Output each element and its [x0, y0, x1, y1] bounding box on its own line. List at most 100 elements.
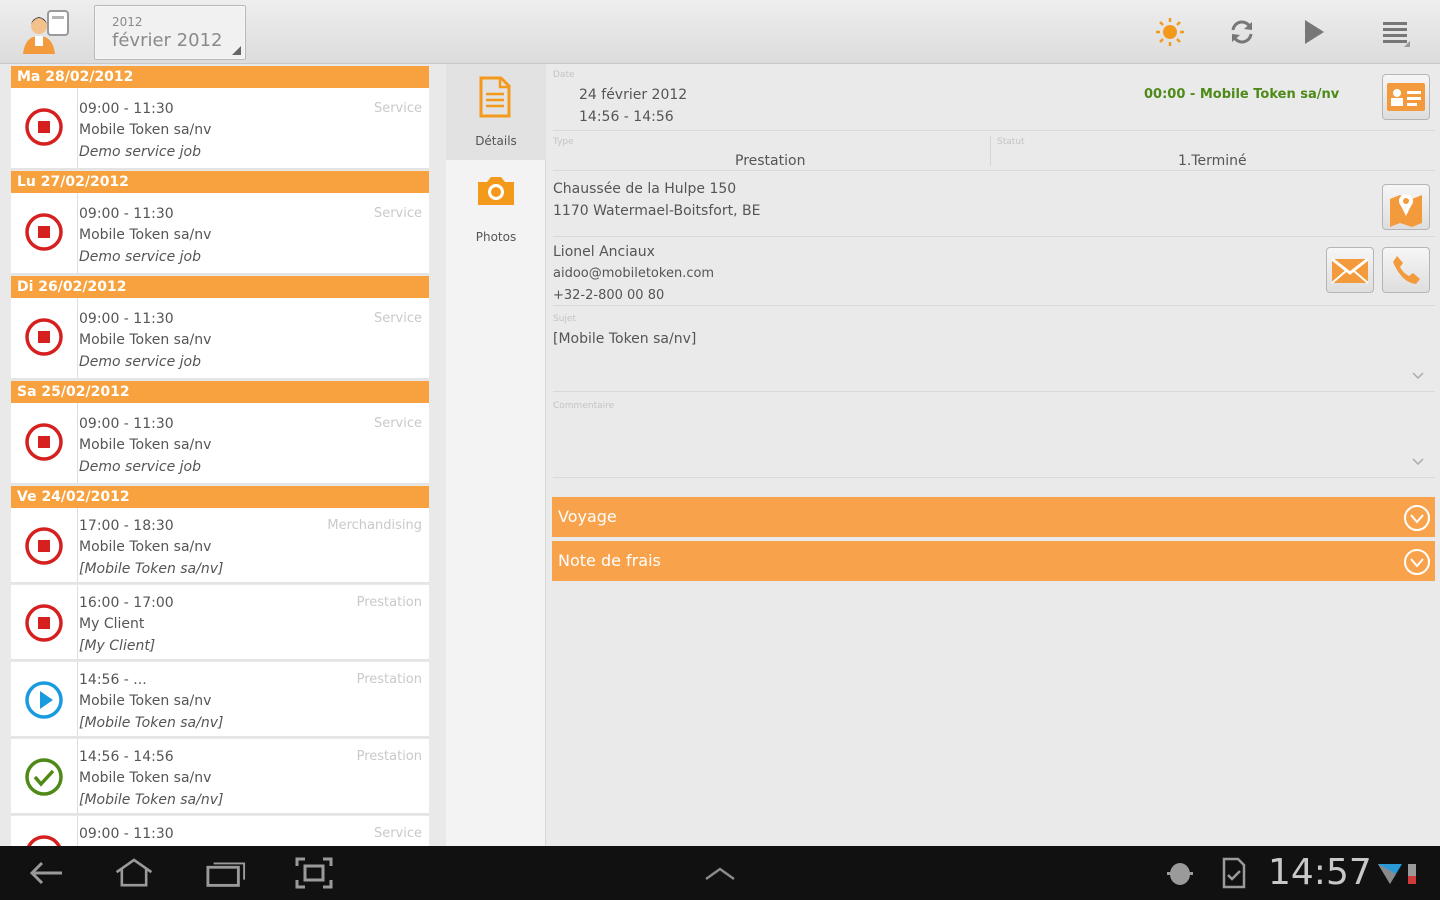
job-list-item[interactable]: 09:00 - 11:30 Mobile Token sa/nv Demo serv… [11, 193, 429, 275]
divider [553, 130, 1435, 131]
play-status-icon[interactable] [23, 679, 65, 721]
job-description: [Mobile Token sa/nv] [79, 715, 224, 731]
day-header: Ma 28/02/2012 [11, 66, 429, 88]
screenshot-icon[interactable] [294, 854, 334, 892]
android-debug-icon [1160, 854, 1200, 892]
job-list-item[interactable]: 09:00 - 11:30 Mobile Token sa/nv Demo serv… [11, 403, 429, 485]
chevron-up-icon[interactable] [700, 854, 740, 892]
menu-icon[interactable] [1378, 14, 1414, 50]
refresh-icon[interactable] [1224, 14, 1260, 50]
divider [77, 403, 78, 483]
action-bar: 2012 février 2012 [0, 0, 1440, 64]
job-list-item[interactable]: 09:00 - 11:30 Mobile Token sa/nv Demo serv… [11, 298, 429, 380]
job-time: 09:00 - 11:30 [79, 311, 174, 327]
job-list-item[interactable]: 14:56 - ... Mobile Token sa/nv [Mobile Tok… [11, 662, 429, 738]
job-time: 14:56 - 14:56 [79, 749, 174, 765]
tab-label: Détails [475, 134, 517, 148]
job-list-item[interactable]: 14:56 - 14:56 Mobile Token sa/nv [Mobile T… [11, 739, 429, 815]
job-time: 09:00 - 11:30 [79, 826, 174, 842]
job-list[interactable]: Ma 28/02/2012 09:00 - 11:30 Mobile Token s… [0, 64, 446, 846]
job-list-item[interactable]: 09:00 - 11:30 Mobile Token sa/nv Demo serv… [11, 88, 429, 170]
contact-email: aidoo@mobiletoken.com [553, 266, 715, 281]
section-title: Voyage [558, 507, 617, 526]
type-label: Type [553, 137, 574, 147]
stop-status-icon[interactable] [23, 421, 65, 463]
tab-details[interactable]: Détails [446, 64, 546, 160]
status-value[interactable]: 1.Terminé [1178, 153, 1247, 169]
job-type: Service [373, 826, 422, 841]
expand-icon[interactable] [1402, 503, 1432, 533]
expand-icon[interactable] [1402, 547, 1432, 577]
date-label: Date [553, 70, 575, 80]
document-icon [479, 76, 511, 118]
job-type: Service [373, 101, 422, 116]
app-logo-icon[interactable] [18, 8, 76, 58]
wifi-battery-icon [1374, 854, 1424, 892]
home-icon[interactable] [114, 854, 154, 892]
divider [77, 662, 78, 736]
job-client: Mobile Token sa/nv [79, 122, 212, 138]
call-button[interactable] [1382, 247, 1430, 293]
map-icon [1390, 194, 1422, 227]
tab-photos[interactable]: Photos [446, 160, 546, 256]
job-time: 09:00 - 11:30 [79, 101, 174, 117]
job-time: 16:00 - 17:00 [79, 595, 174, 611]
recent-apps-icon[interactable] [206, 854, 246, 892]
job-description: Demo service job [79, 249, 201, 265]
job-description: [Mobile Token sa/nv] [79, 792, 224, 808]
stop-status-icon[interactable] [23, 106, 65, 148]
comment-label: Commentaire [553, 401, 615, 411]
job-type: Prestation [356, 672, 422, 687]
month-spinner[interactable]: 2012 février 2012 [94, 5, 246, 60]
detail-tabs: Détails Photos [446, 64, 546, 846]
stop-status-icon[interactable] [23, 525, 65, 567]
done-status-icon[interactable] [23, 756, 65, 798]
divider [553, 170, 1435, 171]
spinner-corner-icon [232, 46, 241, 55]
stop-status-icon[interactable] [23, 833, 65, 846]
section-voyage[interactable]: Voyage [552, 497, 1435, 537]
job-type: Service [373, 416, 422, 431]
play-icon[interactable] [1296, 14, 1332, 50]
email-button[interactable] [1326, 247, 1374, 293]
subject-value[interactable]: [Mobile Token sa/nv] [553, 331, 696, 347]
status-label: Statut [997, 137, 1025, 147]
back-icon[interactable] [26, 854, 66, 892]
contact-name: Lionel Anciaux [553, 244, 655, 260]
envelope-icon [1331, 257, 1369, 284]
job-list-item[interactable]: 17:00 - 18:30 Mobile Token sa/nv [Mobile T… [11, 508, 429, 584]
job-list-item[interactable]: 09:00 - 11:30 Service [11, 816, 429, 846]
stop-status-icon[interactable] [23, 211, 65, 253]
day-header: Ve 24/02/2012 [11, 486, 429, 508]
contact-card-button[interactable] [1382, 74, 1430, 120]
system-bar: 14:57 [0, 846, 1440, 900]
type-value[interactable]: Prestation [735, 153, 805, 169]
job-description: Demo service job [79, 459, 201, 475]
chevron-down-icon[interactable] [1411, 371, 1425, 381]
stop-status-icon[interactable] [23, 316, 65, 358]
job-type: Prestation [356, 749, 422, 764]
spinner-year: 2012 [112, 15, 143, 29]
job-type: Prestation [356, 595, 422, 610]
job-time: 09:00 - 11:30 [79, 416, 174, 432]
sun-icon[interactable] [1152, 14, 1188, 50]
chevron-down-icon[interactable] [1411, 457, 1425, 467]
job-client: Mobile Token sa/nv [79, 227, 212, 243]
section-note-de-frais[interactable]: Note de frais [552, 541, 1435, 581]
divider [553, 305, 1435, 306]
job-detail: Date 24 février 2012 14:56 - 14:56 00:00… [547, 64, 1440, 846]
divider [77, 508, 78, 582]
job-description: [Mobile Token sa/nv] [79, 561, 224, 577]
job-type: Service [373, 311, 422, 326]
address-line1: Chaussée de la Hulpe 150 [553, 181, 737, 197]
section-title: Note de frais [558, 551, 661, 570]
stop-status-icon[interactable] [23, 602, 65, 644]
job-list-item[interactable]: 16:00 - 17:00 My Client [My Client] Prestat… [11, 585, 429, 661]
divider [553, 391, 1435, 392]
map-button[interactable] [1382, 184, 1430, 230]
day-header: Sa 25/02/2012 [11, 381, 429, 403]
job-description: [My Client] [79, 638, 156, 654]
subject-label: Sujet [553, 314, 576, 324]
divider [553, 236, 1435, 237]
divider [990, 136, 991, 166]
